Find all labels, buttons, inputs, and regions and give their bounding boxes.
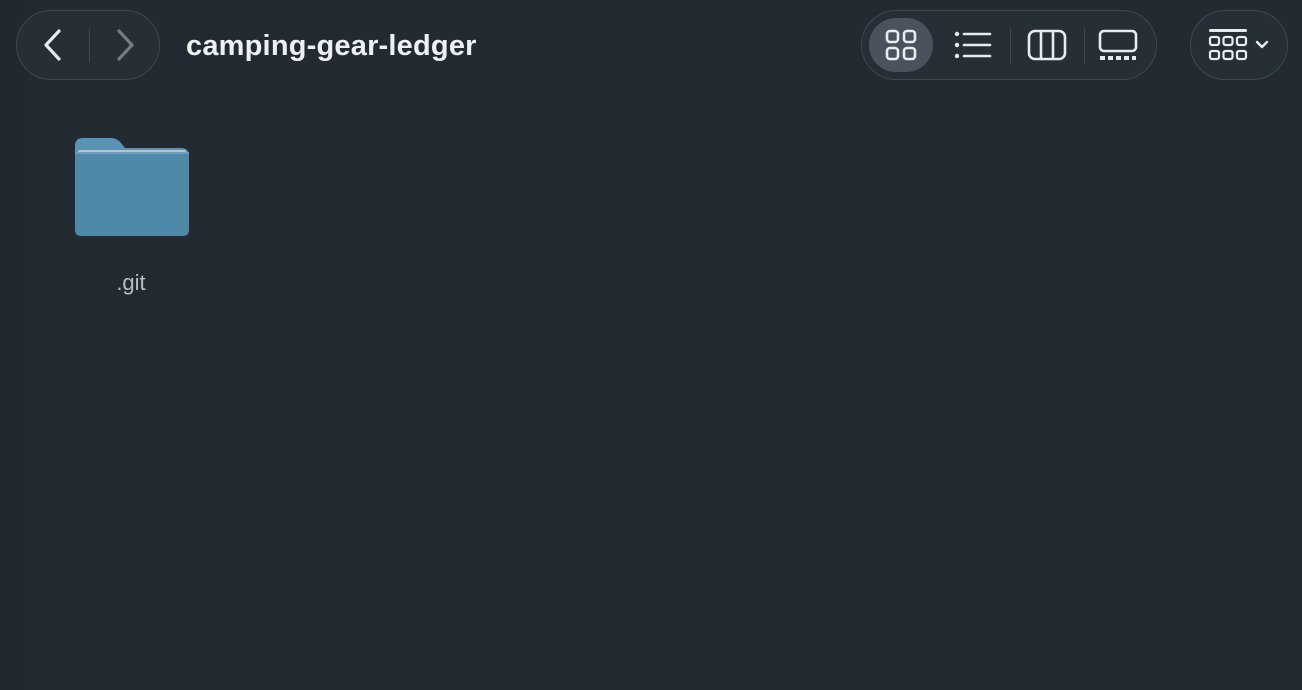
finder-window: camping-gear-ledger .git (0, 0, 1302, 690)
icon-view-button[interactable] (869, 18, 933, 72)
back-button[interactable] (17, 11, 89, 79)
view-separator (1010, 28, 1011, 64)
gallery-view-button[interactable] (1086, 18, 1150, 72)
toolbar: camping-gear-ledger (0, 0, 1302, 92)
list-icon (954, 31, 992, 59)
gallery-icon (1098, 29, 1138, 60)
view-mode-group (861, 10, 1157, 80)
file-browser-content: .git (0, 92, 1302, 690)
file-item-git[interactable]: .git (66, 136, 196, 306)
forward-button[interactable] (89, 11, 161, 79)
view-separator (1084, 28, 1085, 64)
folder-icon (75, 138, 189, 236)
group-by-grid-icon (1208, 29, 1248, 61)
chevron-right-icon (117, 29, 134, 61)
columns-icon (1027, 29, 1067, 61)
group-by-button[interactable] (1190, 10, 1288, 80)
chevron-down-icon (1255, 40, 1269, 49)
navigation-group (16, 10, 160, 80)
grid-icon (885, 29, 917, 61)
list-view-button[interactable] (941, 18, 1005, 72)
column-view-button[interactable] (1015, 18, 1079, 72)
chevron-left-icon (44, 29, 61, 61)
file-name-label: .git (116, 270, 146, 295)
window-title: camping-gear-ledger (186, 30, 477, 62)
